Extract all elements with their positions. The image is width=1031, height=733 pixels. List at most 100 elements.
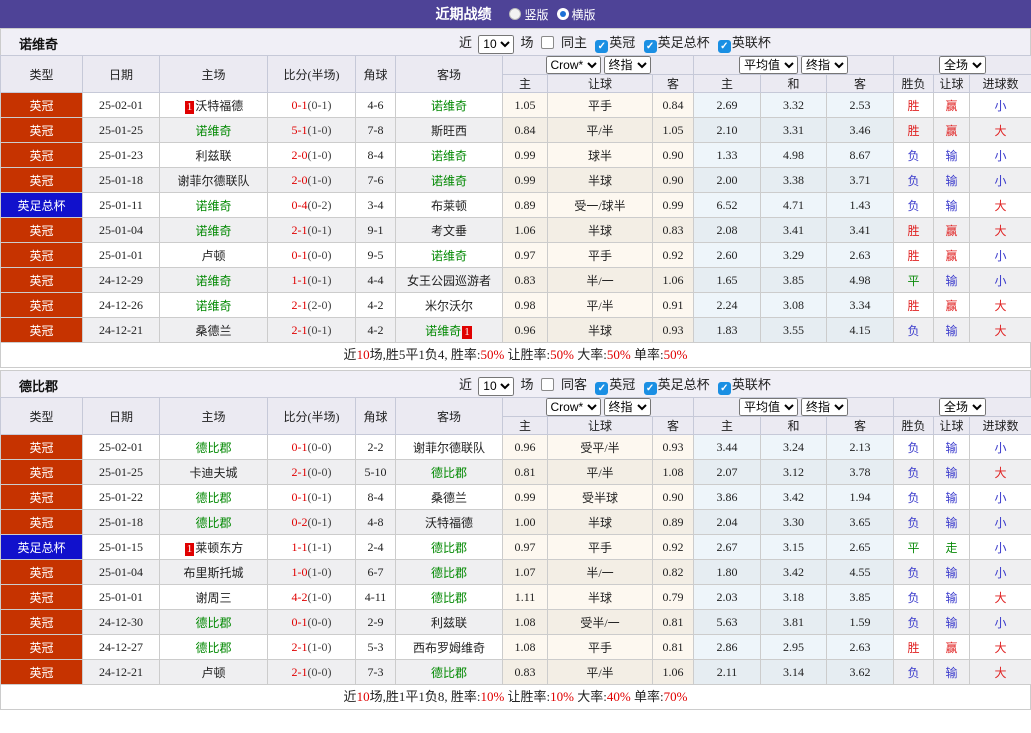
match-row: 英冠 24-12-21 卢顿 2-1(0-0) 7-3 德比郡 0.83 平/半 1.06 2.1… (0, 659, 1031, 685)
summary-segment: 50% (606, 347, 631, 362)
score-cell: 2-1(0-1) (267, 317, 356, 343)
euro-company-select[interactable]: 平均值 (739, 398, 798, 416)
result-handicap: 赢 (933, 117, 971, 143)
euro-draw-odds: 3.30 (760, 509, 827, 535)
filter-league-checkbox[interactable] (595, 40, 609, 53)
euro-home-odds: 1.80 (693, 559, 761, 585)
col-asia-home: 主 (502, 74, 548, 93)
col-result-wdl: 胜负 (893, 416, 935, 435)
filter-eflcup-checkbox[interactable] (717, 382, 731, 395)
competition-badge: 英冠 (0, 117, 83, 143)
asia-home-odds: 0.99 (502, 142, 548, 168)
match-row: 英冠 25-01-18 谢菲尔德联队 2-0(1-0) 7-6 诺维奇 0.99 半球 0.90… (0, 167, 1031, 193)
match-scope-select[interactable]: 全场 (939, 56, 987, 74)
result-wdl: 负 (893, 142, 935, 168)
games-count-select[interactable]: 10 (478, 34, 515, 54)
asia-handicap-line: 平手 (547, 534, 653, 560)
filter-facup-checkbox[interactable] (643, 40, 657, 53)
horizontal-layout-radio-icon[interactable] (556, 8, 569, 20)
filter-facup-checkbox[interactable] (643, 382, 657, 395)
away-team-cell: 诺维奇 (395, 142, 503, 168)
summary-segment: 50% (550, 347, 574, 362)
filter-league-label[interactable]: 英冠 (609, 35, 635, 50)
page-title: 近期战绩 (435, 6, 492, 22)
asia-home-odds: 1.00 (502, 509, 548, 535)
match-scope-select[interactable]: 全场 (939, 398, 987, 416)
asia-odds-group-header: Crow* 终指 (502, 55, 694, 75)
games-count-select[interactable]: 10 (478, 376, 515, 396)
asia-handicap-line: 半球 (547, 584, 653, 610)
result-handicap: 走 (933, 534, 971, 560)
horizontal-layout-label[interactable]: 横版 (572, 6, 596, 23)
asia-home-odds: 0.84 (502, 117, 548, 143)
euro-draw-odds: 4.98 (760, 142, 827, 168)
same-venue-label[interactable]: 同客 (561, 377, 587, 392)
recent-results-panel: 近期战绩 竖版 横版 诺维奇 近 10 场 同主 英冠 英足总杯 英联杯 (0, 0, 1031, 710)
euro-away-odds: 3.41 (825, 217, 895, 243)
same-venue-checkbox[interactable] (540, 378, 554, 391)
result-wdl: 负 (893, 509, 935, 535)
euro-draw-odds: 3.14 (760, 659, 827, 685)
halftime-score: (0-2) (307, 197, 332, 212)
team-name: 诺维奇 (19, 37, 59, 52)
col-euro-away: 客 (825, 74, 895, 93)
filter-facup-label[interactable]: 英足总杯 (658, 377, 710, 392)
halftime-score: (0-0) (307, 464, 332, 479)
filter-eflcup-label[interactable]: 英联杯 (732, 377, 771, 392)
asia-home-odds: 0.96 (502, 317, 548, 343)
result-goals: 大 (969, 634, 1031, 660)
result-handicap: 输 (933, 509, 971, 535)
euro-stage-select[interactable]: 终指 (801, 398, 848, 416)
match-row: 英冠 24-12-29 诺维奇 1-1(0-1) 4-4 女王公园巡游者 0.83 半/一 1.… (0, 267, 1031, 293)
title-bar: 近期战绩 竖版 横版 (0, 0, 1031, 28)
vertical-layout-radio-icon[interactable] (509, 8, 522, 20)
same-venue-checkbox[interactable] (540, 36, 554, 49)
corners-cell: 4-2 (355, 292, 396, 318)
result-handicap: 输 (933, 434, 971, 460)
score-cell: 2-1(0-0) (267, 659, 356, 685)
asia-handicap-line: 受半/一 (547, 609, 653, 635)
asia-company-select[interactable]: Crow* (545, 56, 601, 74)
asia-company-select[interactable]: Crow* (545, 398, 601, 416)
asia-home-odds: 1.11 (502, 584, 548, 610)
asia-stage-select[interactable]: 终指 (603, 56, 651, 74)
asia-stage-select[interactable]: 终指 (603, 398, 651, 416)
result-wdl: 胜 (893, 117, 935, 143)
match-row: 英足总杯 25-01-11 诺维奇 0-4(0-2) 3-4 布莱顿 0.89 受一/球半 0.… (0, 192, 1031, 218)
filter-league-label[interactable]: 英冠 (609, 377, 635, 392)
filter-league-checkbox[interactable] (595, 382, 609, 395)
euro-stage-select[interactable]: 终指 (801, 56, 848, 74)
competition-badge: 英冠 (0, 92, 83, 118)
col-result-goals: 进球数 (969, 416, 1031, 435)
col-home: 主场 (159, 397, 268, 435)
away-team-cell: 米尔沃尔 (395, 292, 503, 318)
rank-badge: 1 (184, 100, 195, 114)
euro-draw-odds: 3.08 (760, 292, 827, 318)
result-handicap: 赢 (933, 217, 971, 243)
vertical-layout-label[interactable]: 竖版 (524, 6, 548, 23)
score-cell: 5-1(1-0) (267, 117, 356, 143)
euro-company-select[interactable]: 平均值 (739, 56, 798, 74)
result-goals: 小 (969, 267, 1031, 293)
home-team-cell: 德比郡 (159, 434, 268, 460)
euro-draw-odds: 3.85 (760, 267, 827, 293)
filter-eflcup-checkbox[interactable] (717, 40, 731, 53)
focus-team-name: 德比郡 (195, 640, 232, 655)
same-venue-label[interactable]: 同主 (561, 35, 587, 50)
dropdown-header-row: 类型 日期 主场 比分(半场) 角球 客场 Crow* 终指 平均值 终指 全场 (0, 397, 1031, 435)
score-cell: 2-0(1-0) (267, 167, 356, 193)
opponent-team-name: 沃特福德 (195, 98, 244, 113)
asia-handicap-line: 半球 (547, 509, 653, 535)
match-row: 英冠 25-01-01 卢顿 0-1(0-0) 9-5 诺维奇 0.97 平手 0.92 2.60… (0, 242, 1031, 268)
focus-team-name: 诺维奇 (430, 248, 467, 263)
result-wdl: 胜 (893, 292, 935, 318)
score-cell: 0-1(0-0) (267, 434, 356, 460)
col-date: 日期 (82, 55, 160, 93)
away-team-cell: 德比郡 (395, 534, 503, 560)
asia-away-odds: 0.83 (652, 217, 694, 243)
result-wdl: 负 (893, 584, 935, 610)
away-team-cell: 西布罗姆维奇 (395, 634, 503, 660)
filter-eflcup-label[interactable]: 英联杯 (732, 35, 771, 50)
filter-facup-label[interactable]: 英足总杯 (658, 35, 710, 50)
corners-cell: 7-8 (355, 117, 396, 143)
